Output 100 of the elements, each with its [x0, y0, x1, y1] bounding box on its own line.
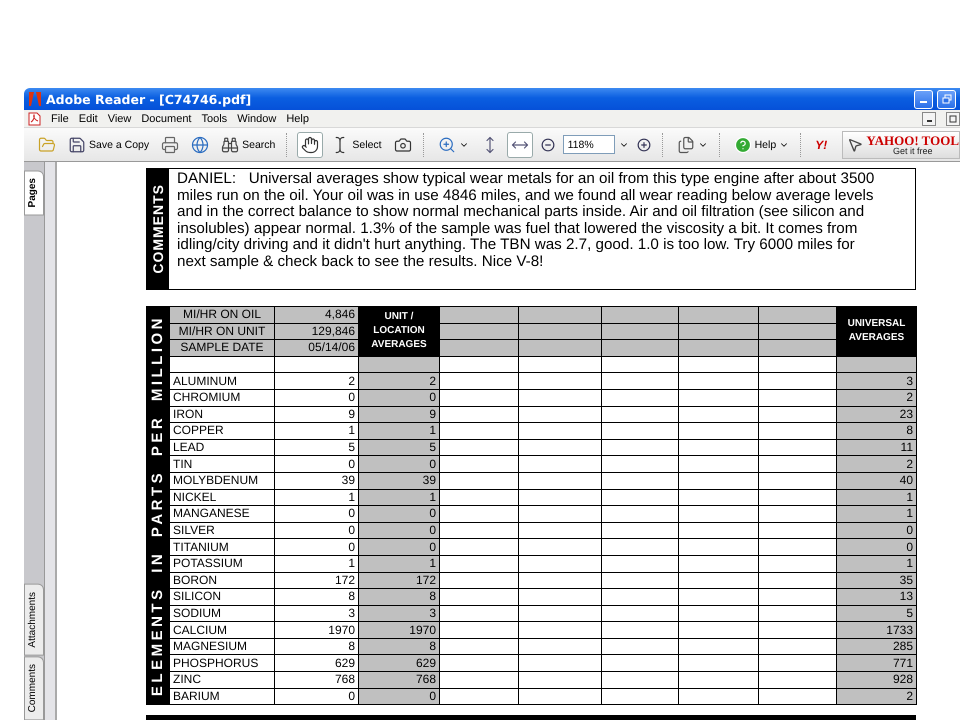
table-cell: 285 [836, 638, 916, 655]
table-cell: 3 [836, 372, 916, 390]
info-value: 4,846 [274, 306, 358, 324]
info-value: 05/14/06 [274, 340, 358, 356]
side-tab[interactable]: Attachments [24, 584, 44, 656]
table-cell: 8 [836, 422, 916, 440]
zoom-in-icon [636, 138, 651, 152]
table-cell: 35 [836, 572, 916, 589]
hand-tool-button[interactable] [297, 132, 324, 158]
table-cell: 771 [836, 654, 916, 672]
table-cell: 172 [274, 572, 358, 589]
minimize-icon [926, 120, 932, 122]
search-button[interactable]: Search [217, 132, 280, 158]
table-cell: 0 [358, 688, 440, 705]
restore-button[interactable] [937, 90, 956, 108]
element-name: MANGANESE [170, 506, 274, 522]
comment-text: DANIEL: Universal averages show typical wear metals for an oil from this type engine after about 3500 miles run on the oil. Your oil was in use 4846 miles, and we found all wear reading below average levels and in the correct balance to show normal mechanical parts inside. Air and oil filtration (see silicon and insolubles) appear normal. 1.3% of the sample was fuel that lowered the viscosity a bit. It comes from idling/city driving and it didn't hurt anything. The TBN was 2.7, good. 1.0 is too low. Try 6000 miles for next sample & check back to see the results. Nice V-8! [169, 168, 916, 290]
table-cell: 0 [836, 522, 916, 539]
element-name: MAGNESIUM [170, 638, 274, 655]
save-copy-button[interactable]: Save a Copy [64, 132, 154, 158]
menu-item[interactable]: File [51, 112, 69, 124]
universal-averages-heading: UNIVERSAL AVERAGES [836, 306, 916, 356]
side-tab[interactable]: Comments [24, 656, 44, 720]
table-cell: 1 [836, 489, 916, 506]
yahoo-toolbar-banner[interactable]: YAHOO! TOOL Get it free [842, 130, 960, 158]
table-cell: 0 [274, 506, 358, 522]
document-minimize-button[interactable] [922, 112, 936, 126]
table-cell: 13 [836, 588, 916, 606]
menu-item[interactable]: Help [286, 112, 309, 124]
table-cell: 0 [358, 522, 440, 539]
zoom-out-icon [540, 138, 555, 152]
element-name: CALCIUM [170, 622, 274, 638]
table-cell: 39 [274, 472, 358, 490]
select-tool-button[interactable]: Select [327, 132, 386, 158]
element-name: SILVER [170, 522, 274, 539]
menu-item[interactable]: Window [237, 112, 276, 124]
banner-subtitle: Get it free [892, 146, 932, 156]
menu-item[interactable]: Edit [78, 112, 98, 124]
element-name: SODIUM [170, 605, 274, 622]
table-cell: 768 [358, 672, 440, 688]
hand-icon [301, 136, 320, 154]
menu-item[interactable]: Document [141, 112, 192, 124]
document-restore-button[interactable] [946, 112, 960, 126]
element-name: PHOSPHORUS [170, 654, 274, 672]
info-label: MI/HR ON UNIT [170, 323, 274, 340]
info-label: SAMPLE DATE [170, 340, 274, 356]
table-cell: 5 [836, 605, 916, 622]
element-name: ALUMINUM [170, 372, 274, 390]
menu-item[interactable]: View [108, 112, 132, 124]
table-cell: 3 [358, 605, 440, 622]
cursor-icon [847, 136, 864, 152]
table-cell: 2 [836, 456, 916, 472]
table-cell: 928 [836, 672, 916, 688]
table-cell: 0 [274, 456, 358, 472]
table-cell: 8 [358, 638, 440, 655]
help-icon [734, 136, 752, 154]
element-name: IRON [170, 406, 274, 423]
table-cell: 0 [274, 538, 358, 556]
zoom-field[interactable]: 118% [562, 135, 615, 154]
table-cell: 0 [274, 389, 358, 406]
pdf-icon [28, 112, 41, 126]
table-cell: 0 [358, 456, 440, 472]
table-cell: 0 [358, 538, 440, 556]
table-cell: 3 [274, 605, 358, 622]
table-cell: 23 [836, 406, 916, 423]
element-name: CHROMIUM [170, 389, 274, 406]
pages-icon [676, 136, 695, 154]
table-cell: 1 [274, 489, 358, 506]
table-cell: 0 [358, 389, 440, 406]
help-button[interactable]: Help [730, 132, 794, 158]
element-name: TITANIUM [170, 538, 274, 556]
element-name: ZINC [170, 672, 274, 688]
table-cell: 172 [358, 572, 440, 589]
elements-heading: ELEMENTS IN PARTS PER MILLION [149, 315, 166, 696]
table-cell: 629 [358, 654, 440, 672]
window-title: Adobe Reader - [C74746.pdf] [46, 92, 252, 106]
table-cell: 1 [274, 422, 358, 440]
table-cell: 768 [274, 672, 358, 688]
table-cell: 8 [274, 638, 358, 655]
table-cell: 1 [358, 555, 440, 572]
menu-item[interactable]: Tools [202, 112, 228, 124]
element-name: MOLYBDENUM [170, 472, 274, 490]
globe-icon [191, 136, 210, 154]
side-tab[interactable]: Pages [24, 170, 44, 216]
table-cell: 5 [358, 439, 440, 456]
element-name: SILICON [170, 588, 274, 606]
table-cell: 2 [836, 688, 916, 705]
app-icon [28, 91, 42, 107]
element-name: POTASSIUM [170, 555, 274, 572]
fit-width-button[interactable] [506, 132, 533, 158]
yahoo-button[interactable]: Y! [811, 132, 832, 158]
table-cell: 2 [358, 372, 440, 390]
table-cell: 11 [836, 439, 916, 456]
table-cell: 39 [358, 472, 440, 490]
table-cell: 0 [836, 538, 916, 556]
minimize-button[interactable] [914, 90, 933, 108]
table-cell: 0 [274, 688, 358, 705]
element-name: LEAD [170, 439, 274, 456]
minimize-icon [920, 101, 927, 103]
restore-icon [942, 94, 952, 104]
